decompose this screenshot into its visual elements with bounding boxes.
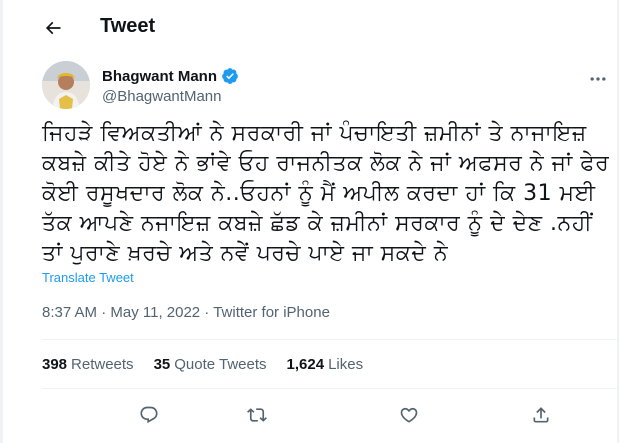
tweet-page: Tweet Bhagwant Mann @BhagwantMann ਜਿਹੜੇ … — [0, 0, 619, 443]
author-name-wrap: Bhagwant Mann — [102, 67, 239, 85]
author-handle[interactable]: @BhagwantMann — [102, 88, 221, 105]
divider — [42, 388, 619, 389]
retweets-label: Retweets — [71, 356, 134, 373]
more-options-button[interactable] — [584, 65, 612, 93]
arrow-left-icon — [45, 21, 61, 35]
retweet-icon — [247, 408, 267, 422]
tweet-text: ਜਿਹੜੇ ਵਿਅਕਤੀਆਂ ਨੇ ਸਰਕਾਰੀ ਜਾਂ ਪੰਚਾਇਤੀ ਜ਼ਮ… — [42, 119, 610, 269]
reply-icon — [140, 406, 158, 424]
tweet-text-line: ਤੱਕ ਆਪਣੇ ਨਜਾਇਜ਼ ਕਬਜ਼ੇ ਛੱਡ ਕੇ ਜ਼ਮੀਨਾਂ ਸਰਕ… — [42, 211, 593, 236]
like-button[interactable] — [392, 398, 426, 432]
quote-tweets-count: 35 — [153, 356, 171, 373]
quote-tweets-label: Quote Tweets — [174, 356, 267, 373]
tweet-text-line: ਕਬਜ਼ੇ ਕੀਤੇ ਹੋਏ ਨੇ ਭਾਂਵੇ ਓਹ ਰਾਜਨੀਤਕ ਲੋਕ ਨ… — [42, 151, 610, 176]
divider — [42, 339, 619, 340]
reply-button[interactable] — [132, 398, 166, 432]
more-horizontal-icon — [590, 77, 606, 81]
retweets-count: 398 — [42, 356, 68, 373]
quote-tweets-stat[interactable]: 35 Quote Tweets — [154, 356, 267, 373]
translate-tweet-link[interactable]: Translate Tweet — [42, 270, 134, 285]
share-button[interactable] — [524, 398, 558, 432]
tweet-stats: 398 Retweets 35 Quote Tweets 1,624 Likes — [42, 356, 383, 373]
page-title: Tweet — [100, 15, 156, 37]
tweet-actions — [42, 398, 602, 432]
share-icon — [533, 407, 549, 423]
tweet-text-line: ਜਿਹੜੇ ਵਿਅਕਤੀਆਂ ਨੇ ਸਰਕਾਰੀ ਜਾਂ ਪੰਚਾਇਤੀ ਜ਼ਮ… — [42, 121, 587, 146]
verified-badge-icon — [222, 68, 238, 84]
avatar[interactable] — [42, 61, 90, 109]
author-row: Bhagwant Mann @BhagwantMann — [42, 61, 612, 113]
likes-count: 1,624 — [286, 356, 325, 373]
header-bar: Tweet — [0, 0, 619, 54]
author-name[interactable]: Bhagwant Mann — [102, 68, 217, 85]
avatar-image — [42, 61, 90, 109]
tweet-text-line: ਤਾਂ ਪੁਰਾਣੇ ਖ਼ਰਚੇ ਅਤੇ ਨਵੇਂ ਪਰਚੇ ਪਾਏ ਜਾ ਸਕ… — [42, 241, 449, 266]
left-border — [0, 0, 3, 443]
retweets-stat[interactable]: 398 Retweets — [42, 356, 134, 373]
tweet-text-line: ਕੋਈ ਰਸੂਖਦਾਰ ਲੋਕ ਨੇ..ਓਹਨਾਂ ਨੂੰ ਮੈਂ ਅਪੀਲ ਕ… — [42, 181, 596, 206]
retweet-button[interactable] — [240, 398, 274, 432]
tweet-timestamp[interactable]: 8:37 AM · May 11, 2022 · Twitter for iPh… — [42, 304, 330, 321]
likes-stat[interactable]: 1,624 Likes — [287, 356, 364, 373]
heart-icon — [400, 407, 418, 423]
likes-label: Likes — [328, 356, 364, 373]
back-button[interactable] — [36, 11, 70, 45]
